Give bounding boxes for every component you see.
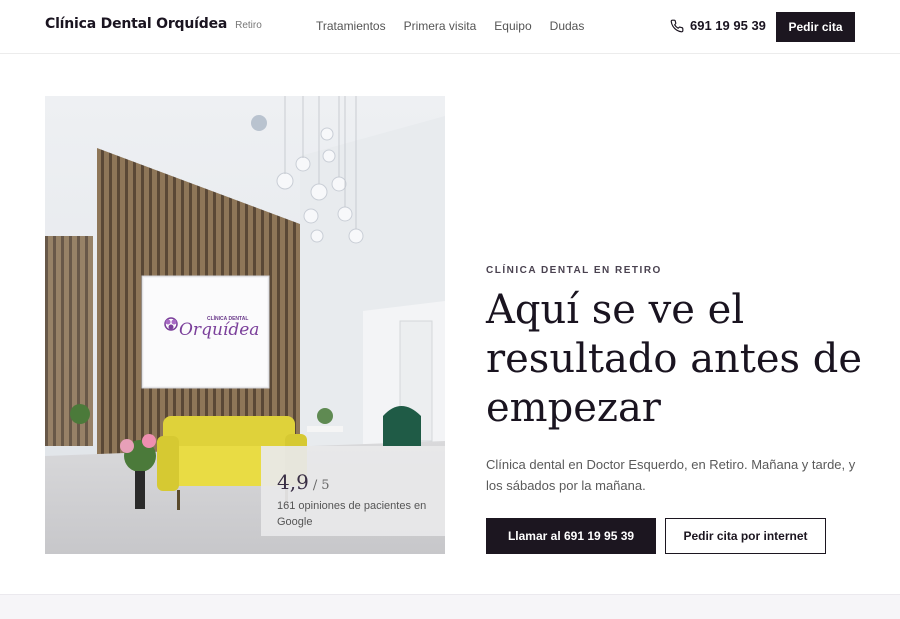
nav-item-primera-visita[interactable]: Primera visita (404, 19, 477, 33)
brand[interactable]: Clínica Dental Orquídea Retiro (45, 16, 262, 32)
orchid-logo-icon (161, 314, 181, 334)
hero-description: Clínica dental en Doctor Esquerdo, en Re… (486, 457, 856, 493)
hero-eyebrow: CLÍNICA DENTAL EN RETIRO (486, 265, 662, 276)
online-appointment-button[interactable]: Pedir cita por internet (665, 518, 826, 554)
nav-item-dudas[interactable]: Dudas (550, 19, 585, 33)
rating-separator: / (312, 478, 318, 493)
phone-icon (670, 19, 684, 32)
rating-reviews-text: 161 opiniones de pacientes en Google (277, 500, 427, 528)
nav-item-equipo[interactable]: Equipo (494, 19, 531, 33)
header-appointment-button[interactable]: Pedir cita (776, 12, 855, 42)
header-phone-link[interactable]: 691 19 95 39 (670, 18, 766, 33)
rating-max: 5 (321, 478, 330, 493)
tv-sign-logo-text: Orquídea (179, 320, 260, 340)
next-section-band (0, 594, 900, 619)
nav-item-tratamientos[interactable]: Tratamientos (316, 19, 386, 33)
header-phone-number: 691 19 95 39 (690, 18, 766, 33)
brand-location: Retiro (235, 20, 262, 31)
clinic-reception-photo: CLÍNICA DENTAL Orquídea 4,9 / 5 161 opin… (45, 96, 445, 554)
rating-score: 4,9 (277, 470, 309, 494)
tv-sign: CLÍNICA DENTAL Orquídea (143, 278, 267, 386)
google-rating-card: 4,9 / 5 161 opiniones de pacientes en Go… (261, 446, 445, 536)
call-button[interactable]: Llamar al 691 19 95 39 (486, 518, 656, 554)
rating-score-line: 4,9 / 5 (277, 470, 431, 494)
main-nav: Tratamientos Primera visita Equipo Dudas (316, 19, 584, 33)
hero-title: Aquí se ve el resultado antes de empezar (486, 287, 863, 431)
brand-name: Clínica Dental Orquídea (45, 16, 228, 32)
site-header: Clínica Dental Orquídea Retiro Tratamien… (0, 0, 900, 54)
